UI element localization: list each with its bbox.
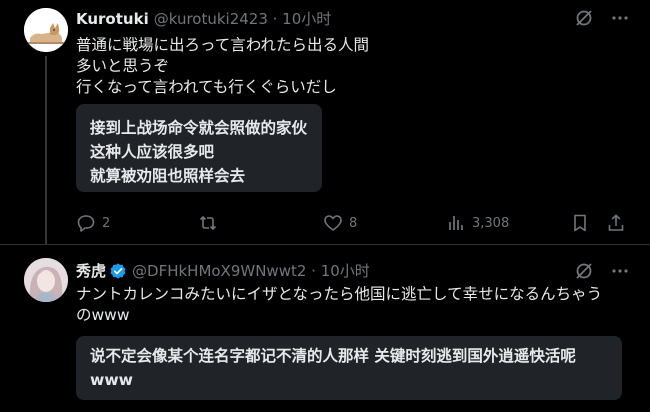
bookmark-icon bbox=[574, 214, 586, 232]
post-text-line: 多いと思うぞ bbox=[76, 57, 170, 75]
translation-box: 接到上战场命令就会照做的家伙 这种人应该很多吧 就算被劝阻也照样会去 bbox=[76, 104, 322, 192]
translation-line: 这种人应该很多吧 bbox=[90, 143, 215, 161]
author-name[interactable]: Kurotuki bbox=[76, 10, 149, 28]
views-icon bbox=[449, 216, 463, 230]
translation-line: 就算被劝阻也照样会去 bbox=[90, 167, 246, 185]
like-count: 8 bbox=[349, 215, 358, 231]
author-handle-time[interactable]: @kurotuki2423 · 10小时 bbox=[154, 8, 332, 29]
author-name[interactable]: 秀虎 bbox=[76, 260, 106, 281]
post[interactable]: Kurotuki @kurotuki2423 · 10小时 普通に戦場に出ろって… bbox=[0, 0, 650, 244]
translation-line: 接到上战场命令就会照做的家伙 bbox=[90, 119, 308, 137]
grok-icon[interactable] bbox=[574, 261, 594, 281]
post-header: 秀虎 @DFHkHMoX9WNwwt2 · 10小时 bbox=[76, 260, 370, 281]
views-count: 3,308 bbox=[472, 215, 510, 231]
translation-line: 说不定会像某个连名字都记不清的人那样 关键时刻逃到国外逍遥快活呢 bbox=[90, 347, 576, 365]
post-text-line: ナントカレンコみたいにイザとなったら他国に逃亡して幸せになるんちゃう bbox=[76, 285, 603, 303]
more-icon[interactable] bbox=[610, 8, 630, 28]
post-top-actions bbox=[574, 261, 630, 281]
reply-button[interactable]: 2 bbox=[76, 213, 110, 233]
grok-icon[interactable] bbox=[574, 8, 594, 28]
reply-count: 2 bbox=[102, 215, 111, 231]
repost-button[interactable] bbox=[198, 213, 224, 233]
post-actions: 2 8 3,308 bbox=[76, 213, 626, 235]
translation-box: 说不定会像某个连名字都记不清的人那样 关键时刻逃到国外逍遥快活呢 www bbox=[76, 336, 622, 400]
views-button[interactable]: 3,308 bbox=[446, 213, 509, 233]
post-top-actions bbox=[574, 8, 630, 28]
post[interactable]: 秀虎 @DFHkHMoX9WNwwt2 · 10小时 ナントカレンコみたいにイザ… bbox=[0, 244, 650, 412]
share-button[interactable] bbox=[606, 213, 626, 233]
translation-line: www bbox=[90, 371, 133, 389]
avatar[interactable] bbox=[24, 258, 68, 302]
bookmark-button[interactable] bbox=[570, 213, 590, 233]
post-text-line: 普通に戦場に出ろって言われたら出る人間 bbox=[76, 36, 369, 54]
post-text-line: のwww bbox=[76, 306, 130, 324]
like-button[interactable]: 8 bbox=[323, 213, 357, 233]
repost-icon bbox=[199, 215, 217, 231]
thread-line bbox=[45, 56, 47, 244]
reply-icon bbox=[77, 215, 95, 232]
verified-badge-icon bbox=[110, 262, 126, 279]
like-icon bbox=[324, 215, 342, 231]
avatar[interactable] bbox=[24, 8, 68, 52]
post-text: ナントカレンコみたいにイザとなったら他国に逃亡して幸せになるんちゃう のwww bbox=[76, 284, 636, 326]
author-handle-time[interactable]: @DFHkHMoX9WNwwt2 · 10小时 bbox=[132, 260, 370, 281]
share-icon bbox=[608, 214, 624, 231]
more-icon[interactable] bbox=[610, 261, 630, 281]
post-text-line: 行くなって言われても行くぐらいだし bbox=[76, 78, 337, 96]
post-text: 普通に戦場に出ろって言われたら出る人間 多いと思うぞ 行くなって言われても行くぐ… bbox=[76, 35, 636, 98]
post-header: Kurotuki @kurotuki2423 · 10小时 bbox=[76, 8, 331, 29]
